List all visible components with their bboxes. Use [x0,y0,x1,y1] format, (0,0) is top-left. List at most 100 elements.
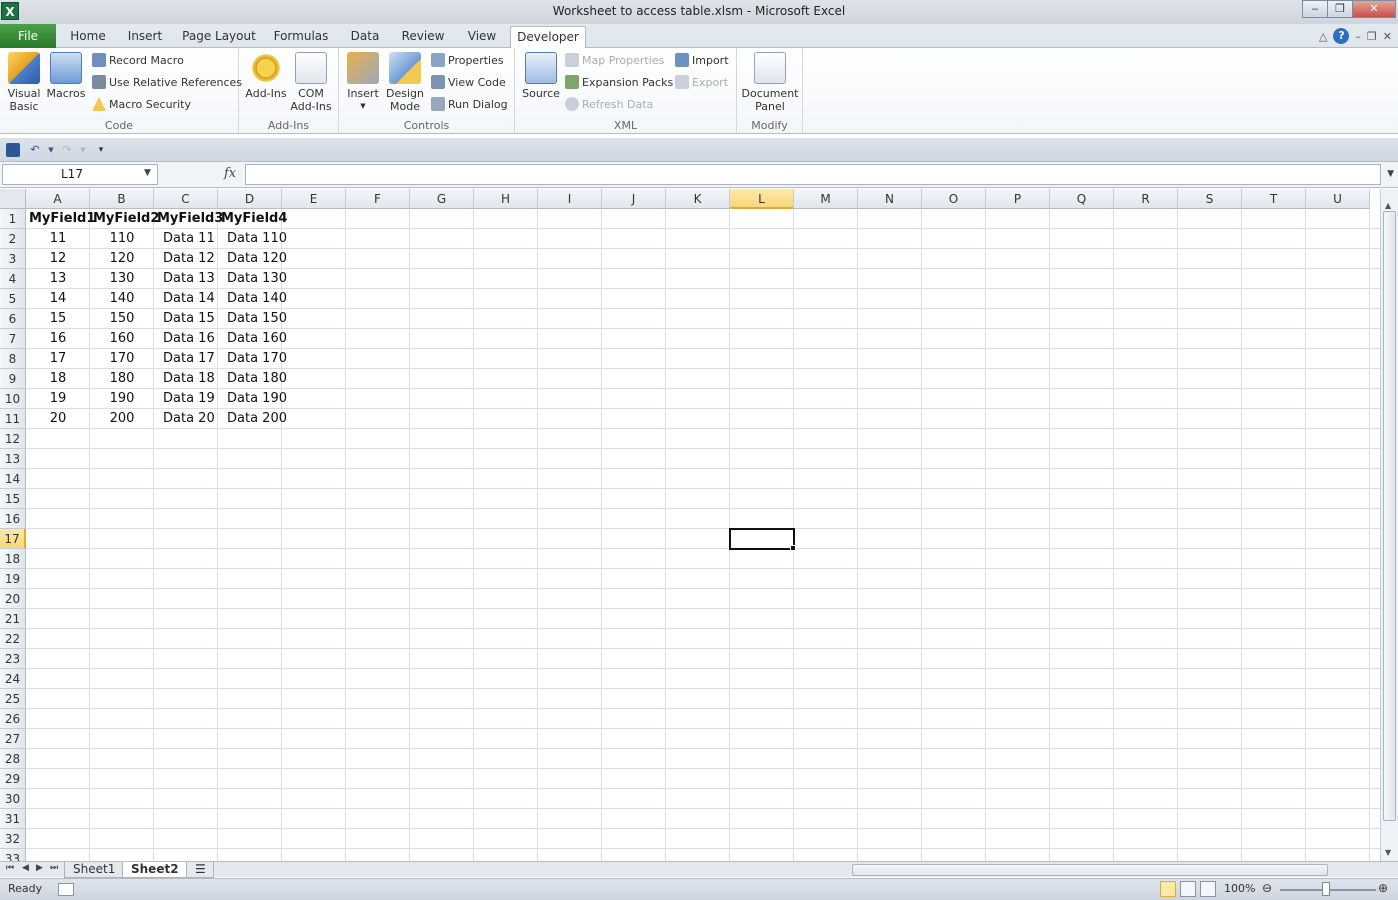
expand-formula-bar-icon[interactable]: ▼ [1387,169,1394,179]
vertical-scroll-thumb[interactable] [1383,211,1396,821]
workbook-close-icon[interactable]: ✕ [1383,30,1392,43]
row-header-33[interactable]: 33 [0,849,26,861]
table-cell[interactable]: 12 [26,249,90,269]
workbook-minimize-icon[interactable]: – [1355,30,1361,43]
name-box-dropdown-icon[interactable]: ▼ [144,168,151,178]
row-header-21[interactable]: 21 [0,609,26,629]
export-button[interactable]: Export [675,74,728,92]
table-cell[interactable]: 17 [26,349,90,369]
row-header-6[interactable]: 6 [0,309,26,329]
table-cell[interactable]: 15 [26,309,90,329]
row-header-26[interactable]: 26 [0,709,26,729]
use-relative-references-button[interactable]: Use Relative References [92,74,242,92]
row-header-18[interactable]: 18 [0,549,26,569]
customize-qat-icon[interactable]: ▾ [94,143,108,157]
workbook-restore-icon[interactable]: ❐ [1367,30,1377,43]
macro-security-button[interactable]: Macro Security [92,96,191,114]
map-properties-button[interactable]: Map Properties [565,52,664,70]
expansion-packs-button[interactable]: Expansion Packs [565,74,673,92]
run-dialog-button[interactable]: Run Dialog [431,96,508,114]
minimize-button[interactable]: ‒ [1302,0,1328,18]
fill-handle[interactable] [790,545,796,551]
table-cell[interactable]: Data 16 [154,329,218,349]
row-header-27[interactable]: 27 [0,729,26,749]
formula-input[interactable] [245,164,1381,185]
source-button[interactable]: Source [521,52,561,100]
zoom-level[interactable]: 100% [1224,882,1255,895]
tab-insert[interactable]: Insert [120,26,170,48]
column-header-p[interactable]: P [986,189,1050,209]
row-header-20[interactable]: 20 [0,589,26,609]
row-header-17[interactable]: 17 [0,529,26,549]
view-code-button[interactable]: View Code [431,74,506,92]
com-add-ins-button[interactable]: COM Add-Ins [289,52,333,113]
table-cell[interactable]: 20 [26,409,90,429]
column-header-g[interactable]: G [410,189,474,209]
page-break-preview-button[interactable] [1200,881,1216,897]
tab-data[interactable]: Data [344,26,386,48]
column-header-t[interactable]: T [1242,189,1306,209]
row-header-9[interactable]: 9 [0,369,26,389]
table-cell[interactable]: Data 12 [154,249,218,269]
table-cell[interactable]: Data 180 [218,369,287,389]
tab-home[interactable]: Home [64,26,112,48]
table-cell[interactable]: 180 [90,369,154,389]
table-cell[interactable]: Data 110 [218,229,287,249]
table-cell[interactable]: 140 [90,289,154,309]
table-cell[interactable]: 130 [90,269,154,289]
table-cell[interactable]: Data 120 [218,249,287,269]
table-cell[interactable]: Data 17 [154,349,218,369]
table-cell[interactable]: Data 160 [218,329,287,349]
column-header-n[interactable]: N [858,189,922,209]
table-cell[interactable]: 110 [90,229,154,249]
insert-sheet-icon[interactable]: ☰ [186,862,214,878]
row-header-16[interactable]: 16 [0,509,26,529]
scroll-up-icon[interactable]: ▲ [1385,201,1391,210]
row-header-31[interactable]: 31 [0,809,26,829]
scroll-down-icon[interactable]: ▼ [1385,848,1391,857]
row-header-28[interactable]: 28 [0,749,26,769]
page-layout-view-button[interactable] [1180,881,1196,897]
table-cell[interactable]: 190 [90,389,154,409]
column-header-o[interactable]: O [922,189,986,209]
table-cell[interactable]: Data 130 [218,269,287,289]
table-cell[interactable]: Data 20 [154,409,218,429]
column-header-q[interactable]: Q [1050,189,1114,209]
tab-formulas[interactable]: Formulas [268,26,334,48]
tab-page-layout[interactable]: Page Layout [180,26,258,48]
column-header-a[interactable]: A [26,189,90,209]
column-header-h[interactable]: H [474,189,538,209]
row-header-1[interactable]: 1 [0,209,26,229]
design-mode-button[interactable]: Design Mode [385,52,425,113]
tab-developer[interactable]: Developer [510,26,586,50]
table-cell[interactable]: Data 200 [218,409,287,429]
zoom-out-icon[interactable]: ⊖ [1262,881,1272,895]
tab-file[interactable]: File [0,24,56,48]
document-panel-button[interactable]: Document Panel [741,52,799,113]
row-header-15[interactable]: 15 [0,489,26,509]
next-sheet-icon[interactable]: ▶ [36,863,43,873]
insert-control-button[interactable]: Insert ▼ [345,52,381,113]
import-button[interactable]: Import [675,52,729,70]
cell-header[interactable]: MyField1 [26,209,95,229]
column-header-b[interactable]: B [90,189,154,209]
column-header-u[interactable]: U [1306,189,1370,209]
table-cell[interactable]: Data 19 [154,389,218,409]
tab-review[interactable]: Review [396,26,450,48]
table-cell[interactable]: 11 [26,229,90,249]
redo-icon[interactable]: ↷ [60,143,74,157]
table-cell[interactable]: 160 [90,329,154,349]
table-cell[interactable]: 120 [90,249,154,269]
add-ins-button[interactable]: Add-Ins [245,52,287,100]
column-header-i[interactable]: I [538,189,602,209]
row-header-13[interactable]: 13 [0,449,26,469]
select-all-button[interactable] [0,189,26,209]
row-header-25[interactable]: 25 [0,689,26,709]
row-header-8[interactable]: 8 [0,349,26,369]
column-header-r[interactable]: R [1114,189,1178,209]
table-cell[interactable]: 200 [90,409,154,429]
close-button[interactable]: ✕ [1352,0,1396,18]
record-macro-status-icon[interactable] [58,883,74,896]
first-sheet-icon[interactable]: ⏮ [6,863,14,873]
normal-view-button[interactable] [1160,881,1176,897]
